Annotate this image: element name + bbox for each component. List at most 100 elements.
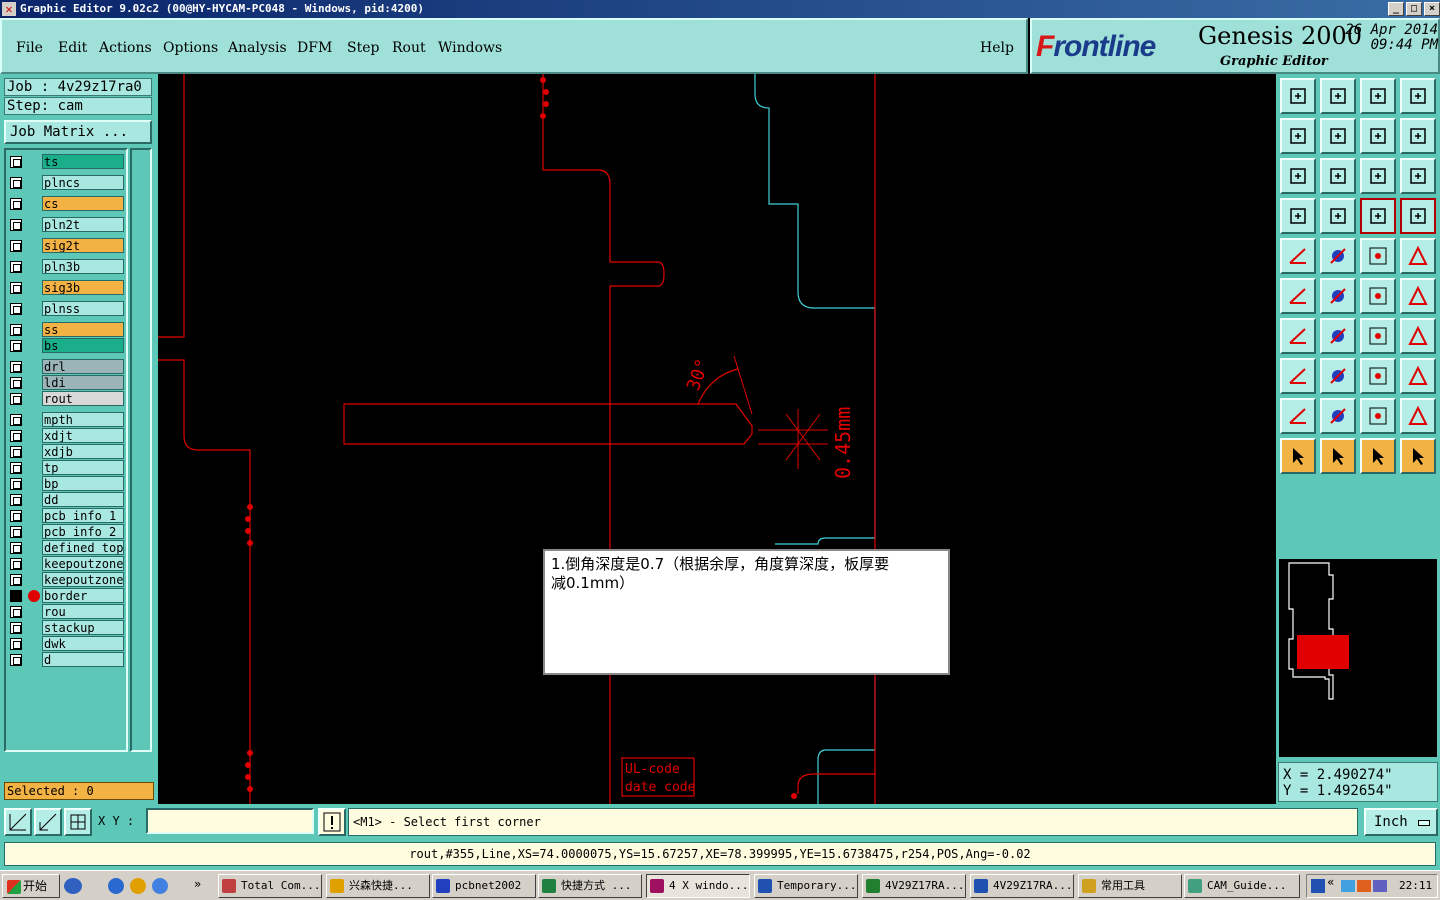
layer-row[interactable]: pln3b (8, 259, 126, 275)
taskbar-item[interactable]: 4V29Z17RA... (970, 874, 1074, 898)
layer-name[interactable]: ss (42, 322, 124, 337)
pointer-a-icon[interactable] (1280, 438, 1316, 474)
blob-icon[interactable] (1400, 358, 1436, 394)
layer-row[interactable]: dwk (8, 636, 126, 652)
units-selector[interactable]: Inch (1364, 808, 1438, 836)
layer-checkbox[interactable] (10, 622, 22, 634)
menu-edit[interactable]: Edit (58, 40, 87, 56)
layer-name[interactable]: bp (42, 476, 124, 491)
layer-row[interactable]: bp (8, 476, 126, 492)
taskbar-item[interactable]: 4 X windo... (646, 874, 750, 898)
tri-d-icon[interactable] (1400, 398, 1436, 434)
layer-checkbox[interactable] (10, 198, 22, 210)
layer-name[interactable]: drl (42, 359, 124, 374)
cut-icon[interactable] (1280, 198, 1316, 234)
taskbar-item[interactable]: pcbnet2002 (432, 874, 536, 898)
menu-analysis[interactable]: Analysis (228, 40, 287, 56)
layer-checkbox[interactable] (10, 177, 22, 189)
grid-button[interactable] (64, 808, 92, 836)
zoom-fit-button[interactable] (4, 808, 32, 836)
shape-icon[interactable] (1320, 238, 1356, 274)
layer-checkbox[interactable] (10, 446, 22, 458)
layer-name[interactable]: ldi (42, 375, 124, 390)
layer-name[interactable]: pln2t (42, 217, 124, 232)
layer-checkbox[interactable] (10, 240, 22, 252)
layer-row[interactable]: d (8, 652, 126, 668)
start-button[interactable]: 开始 (2, 874, 60, 898)
layer-row[interactable]: tp (8, 460, 126, 476)
layer-b-icon[interactable] (1400, 198, 1436, 234)
layer-row[interactable]: sig2t (8, 238, 126, 254)
nodes-icon[interactable] (1280, 278, 1316, 314)
taskbar-item[interactable]: Total Com... (218, 874, 322, 898)
layer-row[interactable]: ts (8, 154, 126, 170)
taskbar-item[interactable]: CAM_Guide... (1184, 874, 1300, 898)
layer-row[interactable]: cs (8, 196, 126, 212)
minimize-button[interactable]: _ (1388, 2, 1404, 16)
layer-name[interactable]: sig2t (42, 238, 124, 253)
layer-name[interactable]: dd (42, 492, 124, 507)
layer-name[interactable]: rout (42, 391, 124, 406)
layer-checkbox[interactable] (10, 156, 22, 168)
tray-expand-icon[interactable]: « (1327, 875, 1334, 889)
layer-row[interactable]: rout (8, 391, 126, 407)
layer-name[interactable]: stackup (42, 620, 124, 635)
layer-name[interactable]: pcb_info_1 (42, 508, 124, 523)
layer-checkbox[interactable] (10, 478, 22, 490)
layer-row[interactable]: pln2t (8, 217, 126, 233)
layer-row[interactable]: xdjt (8, 428, 126, 444)
layer-name[interactable]: plncs (42, 175, 124, 190)
menu-actions[interactable]: Actions (99, 40, 152, 56)
quicklaunch-icon[interactable] (64, 878, 82, 894)
layer-row[interactable]: xdjb (8, 444, 126, 460)
layer-checkbox[interactable] (10, 542, 22, 554)
layer-checkbox[interactable] (10, 377, 22, 389)
layer-row[interactable]: keepoutzone (8, 556, 126, 572)
pad-icon[interactable] (1280, 238, 1316, 274)
layer-checkbox[interactable] (10, 638, 22, 650)
measure-icon[interactable] (1360, 358, 1396, 394)
browser-icon[interactable] (152, 878, 168, 894)
layer-name[interactable]: xdjb (42, 444, 124, 459)
move-out-icon[interactable] (1320, 118, 1356, 154)
tri-c-icon[interactable] (1360, 398, 1396, 434)
close-button[interactable]: × (1424, 2, 1440, 16)
layer-row[interactable]: drl (8, 359, 126, 375)
window-title-bar[interactable]: ✕ Graphic Editor 9.02c2 (00@HY-HYCAM-PC0… (0, 0, 1440, 18)
taskbar-item[interactable]: 兴森快捷... (326, 874, 430, 898)
layer-name[interactable]: dwk (42, 636, 124, 651)
slash-icon[interactable] (1320, 318, 1356, 354)
cross-icon[interactable] (1320, 278, 1356, 314)
menu-rout[interactable]: Rout (392, 40, 426, 56)
taskbar-item[interactable]: 4V29Z17RA... (862, 874, 966, 898)
layer-name[interactable]: border (42, 588, 124, 603)
taskbar-item[interactable]: 常用工具 (1078, 874, 1182, 898)
layer-checkbox[interactable] (10, 361, 22, 373)
overview-map[interactable] (1278, 558, 1438, 758)
circle-icon[interactable] (1400, 238, 1436, 274)
layer-name[interactable]: rou (42, 604, 124, 619)
layer-checkbox[interactable] (10, 526, 22, 538)
layer-name[interactable]: keepoutzone (42, 556, 124, 571)
zoom-icon[interactable] (1320, 158, 1356, 194)
layer-checkbox[interactable] (10, 261, 22, 273)
layer-checkbox[interactable] (10, 606, 22, 618)
layer-row[interactable]: plnss (8, 301, 126, 317)
security-icon[interactable] (1357, 880, 1371, 892)
layer-checkbox[interactable] (10, 303, 22, 315)
layer-row[interactable]: mpth (8, 412, 126, 428)
layer-checkbox[interactable] (10, 590, 22, 602)
xy-input[interactable] (146, 808, 314, 834)
layer-row[interactable]: ss (8, 322, 126, 338)
mirror-icon[interactable] (1360, 118, 1396, 154)
split-icon[interactable] (1400, 318, 1436, 354)
layer-name[interactable]: pln3b (42, 259, 124, 274)
alert-icon[interactable] (318, 808, 346, 836)
layer-row[interactable]: rou (8, 604, 126, 620)
input-method-icon[interactable] (1311, 879, 1325, 893)
layer-row[interactable]: stackup (8, 620, 126, 636)
angle-icon[interactable] (1280, 318, 1316, 354)
menu-file[interactable]: File (16, 40, 43, 56)
layer-name[interactable]: defined_top (42, 540, 124, 555)
pointer-c-icon[interactable] (1360, 438, 1396, 474)
